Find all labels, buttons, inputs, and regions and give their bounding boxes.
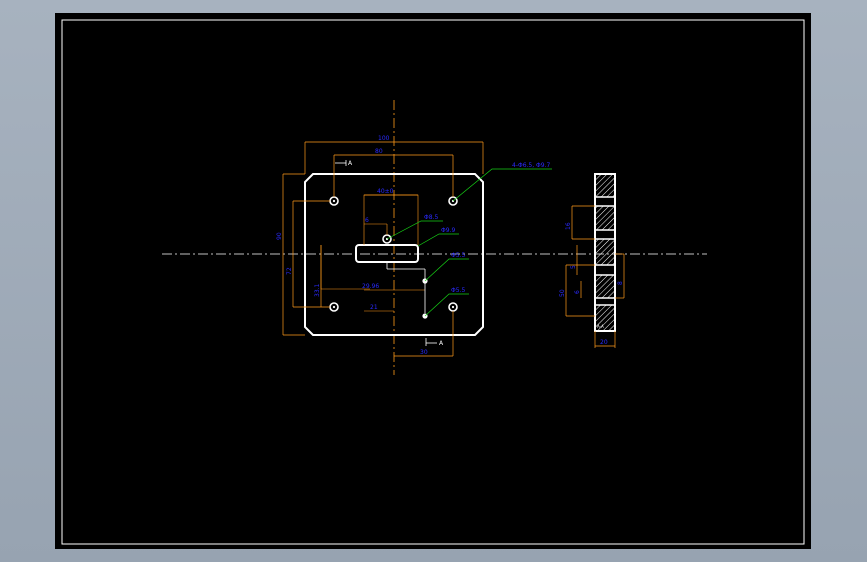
- dim-bottom-offset-text: 30: [420, 349, 428, 356]
- side-hatch-lower-mid: [596, 239, 614, 265]
- dim-slot-offset-text: 29.96: [362, 283, 379, 290]
- side-dim-step-a-text: 5: [570, 265, 577, 269]
- center-slot: [355, 244, 419, 263]
- dim-slot-width-text: 40±0: [377, 188, 394, 195]
- side-dim-step-b-text: 6: [574, 290, 581, 294]
- front-view: 100 80 40±0 90 72 33.1 29.96 21 30 6 4-Φ…: [276, 135, 552, 357]
- leader-bottom-hole: [424, 293, 469, 317]
- section-label-top: A: [348, 160, 353, 167]
- callout-bottom-hole: Φ5.5: [451, 287, 465, 294]
- side-hatch-bottom: [596, 275, 614, 298]
- side-dim-step-c-text: 8: [617, 281, 624, 285]
- section-label-bottom: A: [439, 340, 444, 347]
- side-dim-lower-text: 50: [559, 289, 566, 297]
- side-hatch-upper-mid: [596, 206, 614, 230]
- dim-slot-depth-text: 21: [370, 304, 378, 311]
- drawing-sheet[interactable]: 100 80 40±0 90 72 33.1 29.96 21 30 6 4-Φ…: [55, 13, 811, 549]
- side-dim-width-text: 20: [600, 339, 608, 346]
- callout-slot: Φ9.9: [441, 227, 455, 234]
- dim-slot-to-hole-text: 33.1: [314, 283, 321, 297]
- callout-center-hole: Φ8.5: [424, 214, 438, 221]
- leader-slot: [417, 233, 459, 247]
- corner-hole-bottom-right-center: [451, 305, 455, 309]
- cad-viewport[interactable]: 100 80 40±0 90 72 33.1 29.96 21 30 6 4-Φ…: [0, 0, 867, 562]
- leader-mid-hole: [424, 258, 469, 282]
- dim-overall-height-text: 90: [276, 232, 283, 240]
- callout-corner-holes: 4-Φ6.5, Φ9.7: [512, 162, 551, 169]
- corner-hole-bottom-left-center: [332, 305, 336, 309]
- side-hatch-top: [596, 175, 614, 197]
- drawing-frame: [61, 19, 805, 545]
- side-dim-top-text: 16: [565, 222, 572, 230]
- cad-drawing: 100 80 40±0 90 72 33.1 29.96 21 30 6 4-Φ…: [61, 19, 805, 545]
- side-view: 16 50 5 6 8 20 A-A: [559, 173, 625, 348]
- dim-overall-width-text: 100: [378, 135, 390, 142]
- corner-hole-top-left-center: [332, 199, 336, 203]
- callout-mid-hole: Φ5.5: [451, 252, 465, 259]
- dim-hole-spacing-text: 80: [375, 148, 383, 155]
- dim-hole-pitch-text: 72: [286, 267, 293, 275]
- side-view-label: A-A: [597, 324, 604, 329]
- dim-small-left-text: 6: [365, 217, 369, 224]
